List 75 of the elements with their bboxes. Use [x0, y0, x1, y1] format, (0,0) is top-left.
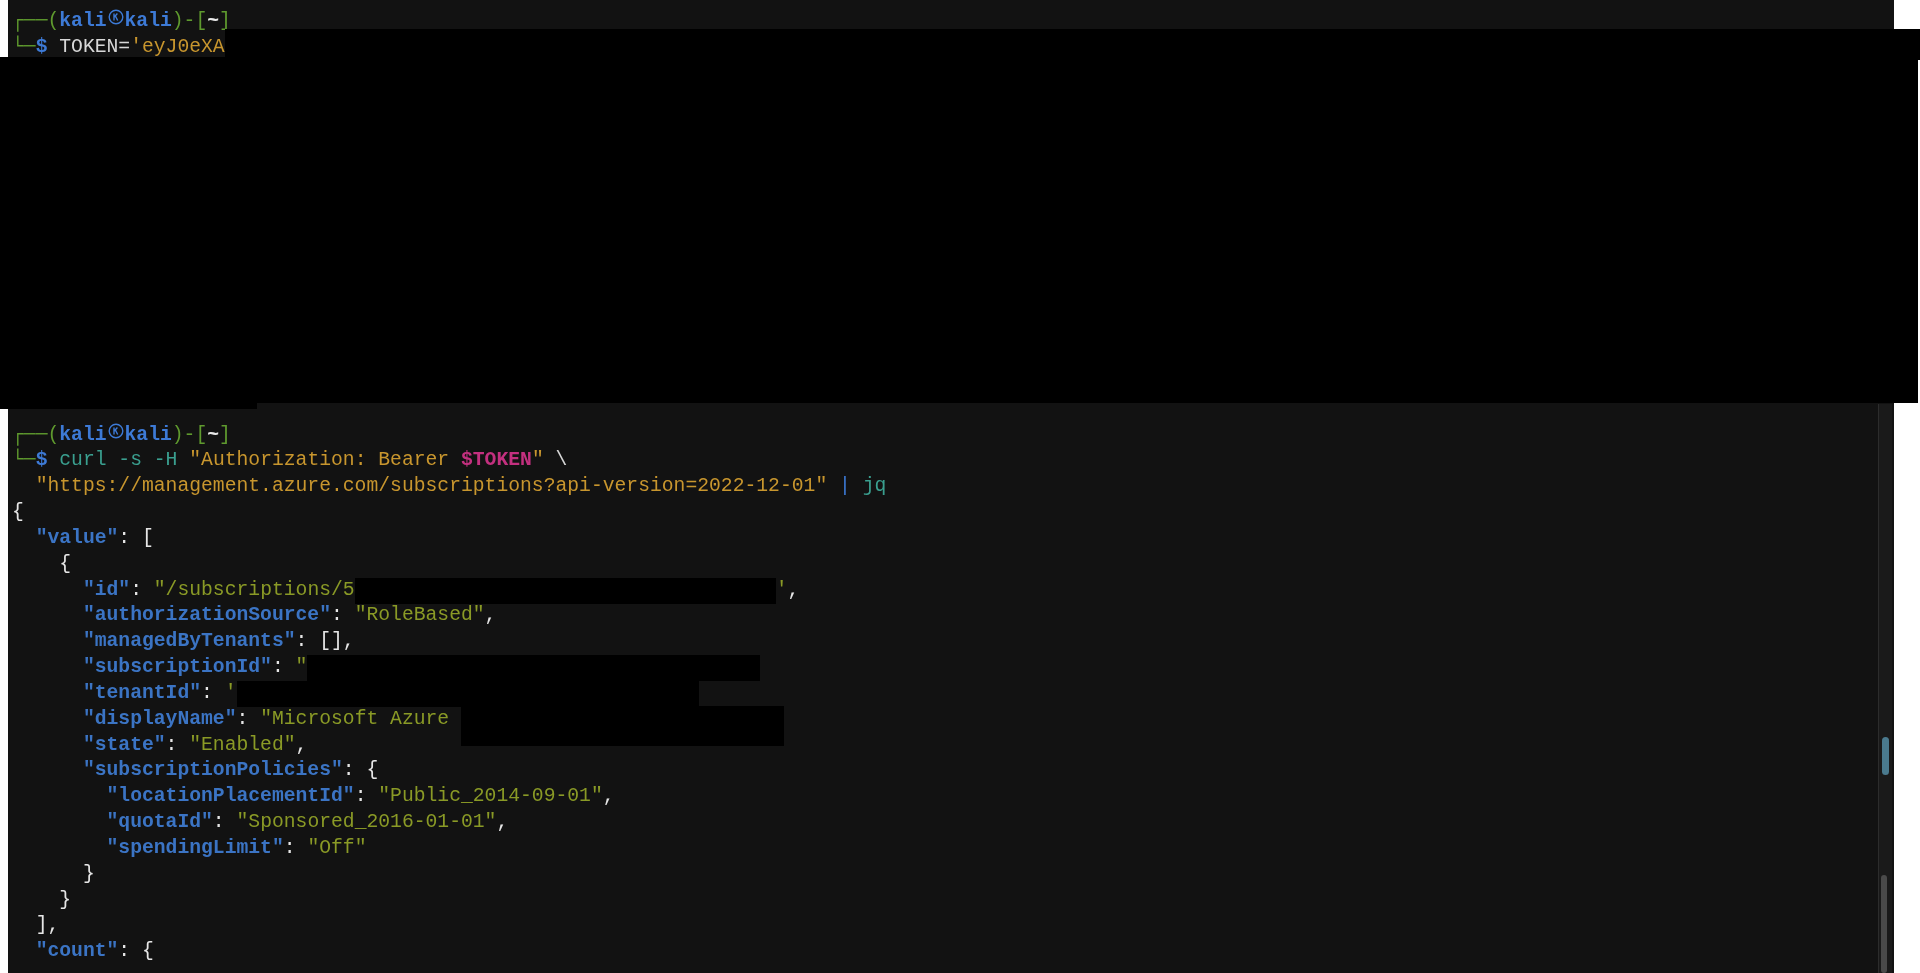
prompt-frame: ] — [219, 422, 231, 449]
prompt-user: kali — [124, 422, 172, 448]
json-punctuation: : — [165, 732, 179, 758]
json-punctuation: : — [354, 784, 368, 810]
json-punctuation: , — [787, 577, 800, 603]
scrollbar[interactable] — [1878, 404, 1892, 973]
prompt-frame: )-[ — [171, 9, 208, 35]
json-punctuation: ], — [34, 913, 60, 939]
json-value: ' — [224, 680, 237, 706]
prompt-user: kali — [59, 9, 107, 34]
json-punctuation: : [], — [295, 629, 355, 655]
json-key: "value" — [12, 525, 119, 552]
variable-name: $TOKEN — [461, 448, 532, 474]
json-key: "subscriptionId" — [12, 655, 272, 681]
json-punctuation: : { — [342, 758, 379, 784]
json-punctuation: , — [496, 810, 509, 836]
json-punctuation: } — [58, 887, 72, 913]
json-value: " — [295, 655, 308, 681]
string-literal: "Authorization: Bearer — [189, 448, 451, 474]
json-punctuation: : — [283, 835, 297, 861]
json-value: "Public_2014-09-01" — [378, 784, 603, 810]
json-value: "Enabled" — [189, 732, 296, 758]
prompt-user: kali — [124, 9, 172, 34]
json-key: "subscriptionPolicies" — [12, 758, 343, 785]
json-key: "displayName" — [12, 706, 237, 733]
command-text: TOKEN= — [58, 34, 131, 60]
prompt-frame: ] — [219, 9, 231, 35]
json-punctuation: : [ — [118, 525, 154, 551]
command-text: \ — [554, 448, 568, 474]
json-punctuation: { — [58, 551, 72, 577]
json-key: "tenantId" — [12, 680, 202, 707]
json-key: "count" — [12, 939, 119, 966]
json-punctuation: : — [236, 706, 250, 732]
json-punctuation: : { — [118, 939, 154, 965]
circle-k-icon — [107, 9, 124, 25]
prompt-user: kali — [59, 422, 107, 448]
prompt-symbol: $ — [35, 449, 48, 474]
json-punctuation: { — [12, 500, 24, 526]
prompt-frame: ┌──( — [12, 9, 60, 35]
json-value: ' — [775, 577, 788, 603]
command-text: jq — [861, 474, 887, 500]
json-key: "locationPlacementId" — [12, 784, 355, 811]
json-punctuation: : — [331, 603, 344, 629]
json-key: "authorizationSource" — [12, 603, 331, 630]
json-punctuation: , — [295, 732, 308, 758]
prompt-frame: └─ — [12, 34, 36, 61]
prompt-frame: ┌──( — [12, 422, 60, 449]
json-value: "RoleBased" — [354, 603, 485, 629]
json-punctuation: : — [271, 655, 285, 681]
prompt-frame: )-[ — [171, 422, 208, 449]
json-value: "/subscriptions/5 — [153, 577, 355, 603]
json-punctuation: : — [201, 680, 214, 706]
pipe-symbol: | — [838, 474, 851, 500]
string-literal: " — [531, 448, 544, 474]
json-key: "quotaId" — [12, 810, 213, 836]
command-text: curl -s -H — [58, 448, 179, 474]
json-punctuation: , — [602, 784, 615, 810]
prompt-path: ~ — [207, 422, 220, 448]
prompt-path: ~ — [207, 9, 220, 34]
json-punctuation: } — [81, 861, 95, 887]
json-key: "spendingLimit" — [12, 835, 284, 862]
json-value: "Sponsored_2016-01-01" — [236, 810, 497, 836]
string-literal: 'eyJ0eXA — [130, 34, 225, 60]
prompt-symbol: $ — [35, 34, 48, 60]
json-punctuation: : — [130, 577, 143, 603]
json-punctuation: : — [212, 810, 226, 836]
prompt-frame: └─ — [12, 448, 36, 475]
string-literal: "https://management.azure.com/subscriptions?api-version=2022-12-01" — [34, 474, 828, 500]
circle-k-icon — [107, 422, 124, 439]
json-value: "Microsoft Azure — [260, 706, 451, 732]
json-punctuation: , — [484, 603, 497, 629]
json-key: "id" — [12, 577, 131, 604]
json-value: "Off" — [307, 835, 367, 861]
json-key: "state" — [12, 732, 166, 759]
json-key: "managedByTenants" — [12, 629, 296, 656]
